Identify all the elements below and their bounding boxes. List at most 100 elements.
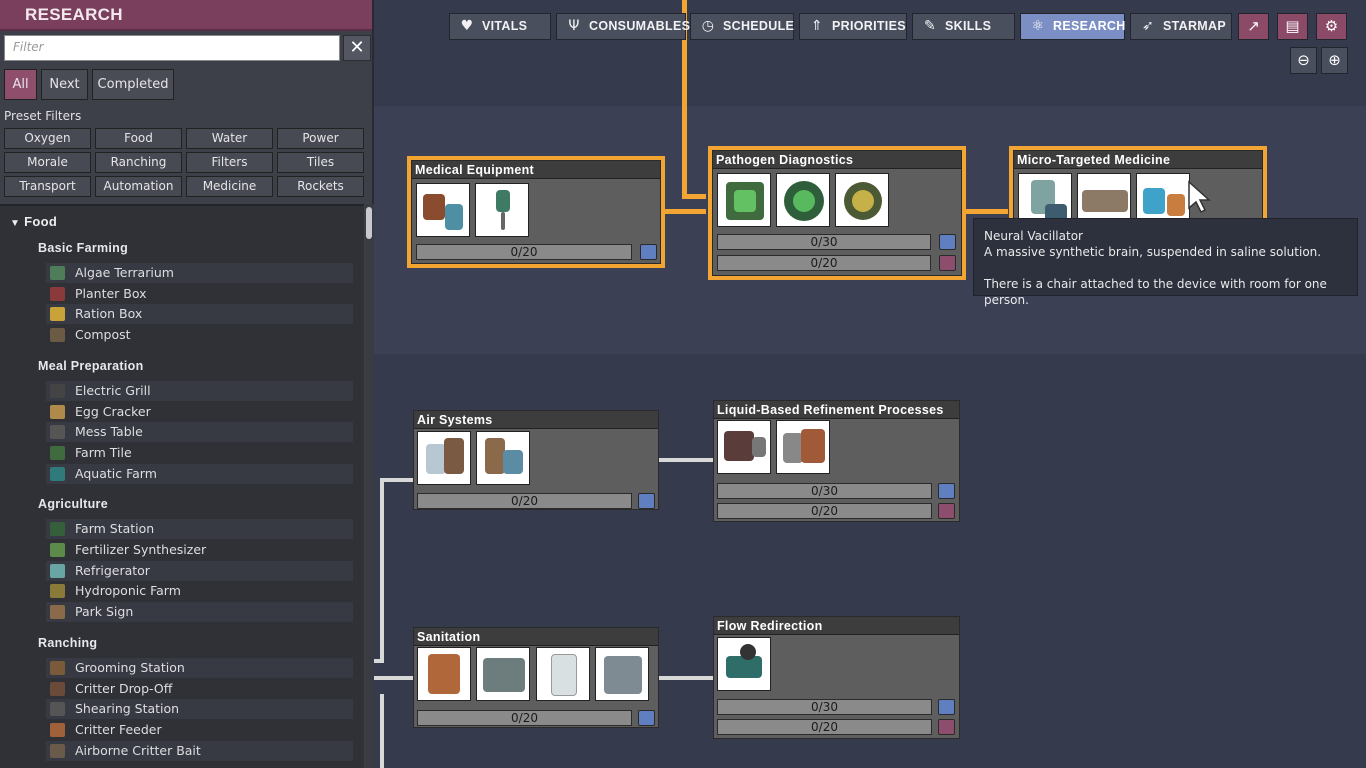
filter-tab-next[interactable]: Next — [41, 69, 88, 100]
preset-filter-rockets[interactable]: Rockets — [277, 176, 364, 197]
tooltip-description: A massive synthetic brain, suspended in … — [984, 245, 1322, 259]
list-item[interactable]: Aquatic Farm — [46, 463, 353, 484]
tech-card-medical-equipment[interactable]: Medical Equipment 0/20 — [407, 156, 665, 268]
wash-basin-icon[interactable] — [417, 647, 471, 701]
category-food[interactable]: ▼ Food — [10, 214, 57, 229]
tab-priorities[interactable]: ⇑ PRIORITIES — [799, 13, 907, 40]
list-item[interactable]: Hydroponic Farm — [46, 581, 353, 601]
liquid-pump-icon[interactable] — [717, 420, 771, 474]
list-item[interactable]: Algae Terrarium — [46, 263, 353, 283]
list-item-label: Shearing Station — [75, 701, 180, 717]
settings-button[interactable]: ⚙ — [1316, 13, 1347, 40]
water-sieve-icon[interactable] — [776, 420, 830, 474]
air-deodorizer-icon[interactable] — [417, 431, 471, 485]
building-icon — [50, 425, 65, 440]
building-icon — [50, 328, 65, 343]
preset-filter-oxygen[interactable]: Oxygen — [4, 128, 91, 149]
filter-tab-completed[interactable]: Completed — [92, 69, 174, 100]
tab-consumables[interactable]: Ψ CONSUMABLES — [556, 13, 690, 40]
clear-filter-button[interactable]: ✕ — [343, 35, 371, 61]
settings-gear-icon: ⚙ — [1324, 17, 1339, 35]
list-item[interactable]: Shearing Station — [46, 699, 353, 720]
list-item[interactable]: Refrigerator — [46, 560, 353, 581]
preset-filter-transport[interactable]: Transport — [4, 176, 91, 197]
tech-card-air-systems[interactable]: Air Systems 0/20 — [413, 410, 659, 510]
tab-vitals[interactable]: ♥ VITALS — [449, 13, 551, 40]
scrollbar-thumb[interactable] — [366, 207, 372, 239]
highlight-connector — [664, 209, 706, 214]
research-point-icon — [938, 699, 955, 715]
list-item[interactable]: Critter Drop-Off — [46, 679, 353, 699]
building-icon — [50, 286, 65, 301]
tab-starmap[interactable]: ➶ STARMAP — [1130, 13, 1232, 40]
list-item-label: Hydroponic Farm — [75, 583, 181, 599]
building-icon — [50, 605, 65, 620]
tech-card-flow-redirection[interactable]: Flow Redirection 0/30 0/20 — [713, 616, 960, 739]
research-point-icon — [938, 483, 955, 499]
sidebar-scrollbar[interactable] — [365, 204, 374, 768]
oxygen-diffuser-icon[interactable] — [476, 431, 530, 485]
preset-filter-morale[interactable]: Morale — [4, 152, 91, 173]
building-icon — [50, 383, 65, 398]
list-item-label: Electric Grill — [75, 382, 151, 398]
lavatory-icon[interactable] — [476, 647, 530, 701]
preset-filter-automation[interactable]: Automation — [95, 176, 182, 197]
list-item[interactable]: Critter Feeder — [46, 720, 353, 740]
zoom-in-button[interactable]: ⊕ — [1321, 47, 1348, 74]
report-button[interactable]: ↗ — [1238, 13, 1269, 40]
highlight-connector — [682, 194, 706, 199]
list-item[interactable]: Fertilizer Synthesizer — [46, 540, 353, 560]
list-item[interactable]: Airborne Critter Bait — [46, 740, 353, 761]
research-progress-bar: 0/30 — [717, 234, 931, 250]
list-item[interactable]: Farm Tile — [46, 443, 353, 463]
heart-icon: ♥ — [460, 18, 474, 34]
research-list[interactable]: ▼ Food Basic Farming Algae Terrarium Plant… — [0, 204, 364, 768]
list-item[interactable]: Farm Station — [46, 519, 353, 540]
research-progress-bar: 0/20 — [717, 503, 932, 519]
preset-filter-power[interactable]: Power — [277, 128, 364, 149]
zoom-out-button[interactable]: ⊖ — [1290, 47, 1317, 74]
list-item[interactable]: Park Sign — [46, 602, 353, 623]
tech-card-liquid-refinement[interactable]: Liquid-Based Refinement Processes 0/30 0… — [713, 400, 960, 522]
research-point-icon — [638, 493, 655, 509]
tab-skills[interactable]: ✎ SKILLS — [912, 13, 1015, 40]
sink-icon[interactable] — [595, 647, 649, 701]
filter-tab-all[interactable]: All — [4, 69, 37, 100]
tech-card-pathogen-diagnostics[interactable]: Pathogen Diagnostics 0/30 0/20 — [708, 146, 966, 280]
list-item-label: Algae Terrarium — [75, 265, 174, 280]
list-item-label: Critter Feeder — [75, 721, 162, 737]
preset-filter-filters[interactable]: Filters — [186, 152, 273, 173]
list-item[interactable]: Egg Cracker — [46, 402, 353, 422]
tab-schedule[interactable]: ◷ SCHEDULE — [690, 13, 794, 40]
shower-icon[interactable] — [536, 647, 590, 701]
list-item[interactable]: Grooming Station — [46, 657, 353, 678]
gas-analyzer-icon[interactable] — [835, 173, 889, 227]
germ-sensor-icon[interactable] — [717, 173, 771, 227]
list-item[interactable]: Ration Box — [46, 304, 353, 325]
report-chart-icon: ↗ — [1247, 17, 1260, 35]
preset-filter-tiles[interactable]: Tiles — [277, 152, 364, 173]
tab-research[interactable]: ⚛ RESEARCH — [1020, 13, 1125, 40]
research-progress-bar: 0/20 — [416, 244, 632, 260]
tech-card-sanitation[interactable]: Sanitation 0/20 — [413, 627, 659, 728]
preset-filter-ranching[interactable]: Ranching — [95, 152, 182, 173]
building-icon — [50, 543, 65, 557]
tab-label: CONSUMABLES — [589, 19, 691, 33]
disease-sensor-icon[interactable] — [776, 173, 830, 227]
preset-filter-food[interactable]: Food — [95, 128, 182, 149]
list-item-label: Critter Drop-Off — [75, 680, 173, 696]
search-input[interactable]: Filter — [4, 35, 340, 61]
list-item[interactable]: Electric Grill — [46, 380, 353, 401]
building-icon — [50, 660, 65, 675]
sick-bay-icon[interactable] — [475, 183, 529, 237]
medical-cot-icon[interactable] — [416, 183, 470, 237]
preset-filter-water[interactable]: Water — [186, 128, 273, 149]
list-item[interactable]: Mess Table — [46, 422, 353, 443]
codex-button[interactable]: ▤ — [1277, 13, 1308, 40]
preset-filter-medicine[interactable]: Medicine — [186, 176, 273, 197]
list-item[interactable]: Planter Box — [46, 284, 353, 304]
mechanized-door-icon[interactable] — [717, 637, 771, 691]
research-tree-canvas[interactable]: Medical Equipment 0/20 Pathogen Diagnost… — [374, 0, 1366, 768]
list-item[interactable]: Compost — [46, 325, 353, 345]
tab-label: SCHEDULE — [723, 19, 795, 33]
